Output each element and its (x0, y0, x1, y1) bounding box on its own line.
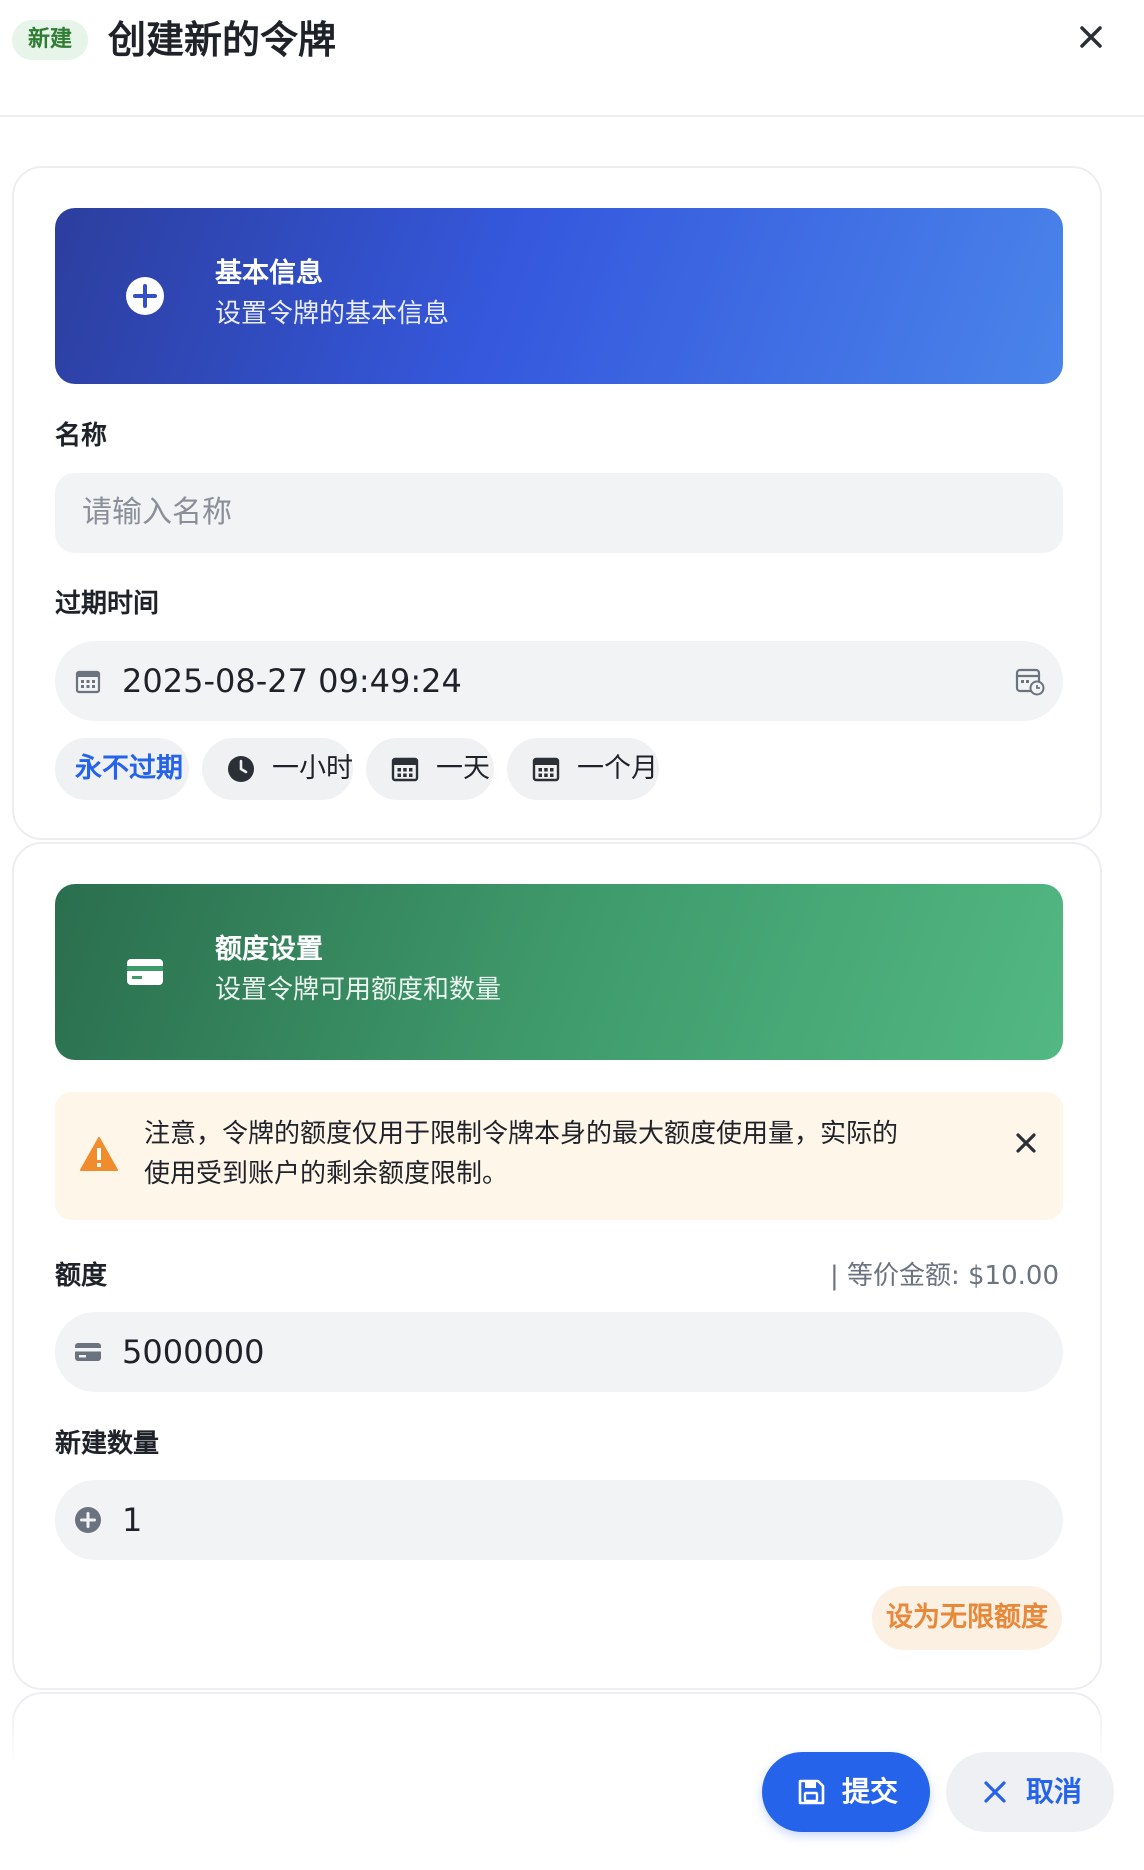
one-hour-chip[interactable]: 一小时 (202, 738, 353, 800)
cancel-label: 取消 (1026, 1775, 1083, 1808)
quota-notice-text: 注意，令牌的额度仅用于限制令牌本身的最大额度使用量，实际的 使用受到账户的剩余额… (144, 1119, 899, 1189)
quota-card: 额度设置 设置令牌可用额度和数量 注意，令牌的额度仅用于限制令牌本身的最大额度使… (12, 842, 1102, 1690)
quota-label: 额度 (55, 1261, 108, 1291)
basic-info-subtitle: 设置令牌的基本信息 (215, 299, 450, 329)
basic-info-banner: 基本信息 设置令牌的基本信息 (55, 208, 1063, 384)
set-unlimited-button[interactable]: 设为无限额度 (872, 1586, 1062, 1650)
close-icon (984, 1781, 1006, 1803)
quota-input[interactable]: 5000000 (55, 1312, 1063, 1392)
calendar-icon (532, 757, 560, 782)
submit-label: 提交 (842, 1775, 899, 1808)
close-icon[interactable] (1070, 16, 1112, 58)
basic-info-card: 基本信息 设置令牌的基本信息 名称 请输入名称 过期时间 2025-08-27 … (12, 166, 1102, 840)
name-placeholder: 请输入名称 (82, 495, 232, 530)
plus-circle-icon (75, 1507, 101, 1533)
calendar-icon (391, 757, 419, 782)
page-title: 创建新的令牌 (108, 18, 337, 62)
credit-card-icon (127, 959, 163, 985)
calendar-clock-icon[interactable] (1015, 666, 1045, 696)
equivalent-amount: | 等价金额: $10.00 (829, 1261, 1059, 1291)
quota-banner: 额度设置 设置令牌可用额度和数量 (55, 884, 1063, 1060)
one-day-chip[interactable]: 一天 (366, 738, 494, 800)
plus-circle-icon (126, 277, 164, 315)
close-icon[interactable] (1009, 1126, 1043, 1160)
quota-notice-alert: 注意，令牌的额度仅用于限制令牌本身的最大额度使用量，实际的 使用受到账户的剩余额… (55, 1092, 1063, 1220)
expire-label: 过期时间 (55, 589, 160, 619)
submit-button[interactable]: 提交 (762, 1752, 930, 1832)
name-input[interactable]: 请输入名称 (55, 473, 1063, 553)
count-value: 1 (122, 1501, 143, 1539)
quota-title: 额度设置 (215, 934, 323, 965)
save-icon (798, 1779, 825, 1805)
quota-value: 5000000 (122, 1333, 265, 1371)
calendar-icon (75, 670, 101, 694)
count-input[interactable]: 1 (55, 1480, 1063, 1560)
credit-card-icon (75, 1343, 101, 1361)
expire-datetime-input[interactable]: 2025-08-27 09:49:24 (55, 641, 1063, 721)
warning-icon (80, 1137, 118, 1171)
count-label: 新建数量 (55, 1429, 160, 1459)
expire-value: 2025-08-27 09:49:24 (122, 662, 462, 700)
modal-header: 新建 创建新的令牌 (0, 0, 1144, 117)
new-badge: 新建 (12, 20, 89, 60)
never-expire-chip[interactable]: 永不过期 (55, 738, 189, 800)
cancel-button[interactable]: 取消 (946, 1752, 1114, 1832)
clock-icon (228, 756, 254, 782)
quota-subtitle: 设置令牌可用额度和数量 (215, 975, 502, 1005)
name-label: 名称 (55, 421, 108, 451)
one-month-chip[interactable]: 一个月 (507, 738, 659, 800)
basic-info-title: 基本信息 (215, 258, 323, 289)
